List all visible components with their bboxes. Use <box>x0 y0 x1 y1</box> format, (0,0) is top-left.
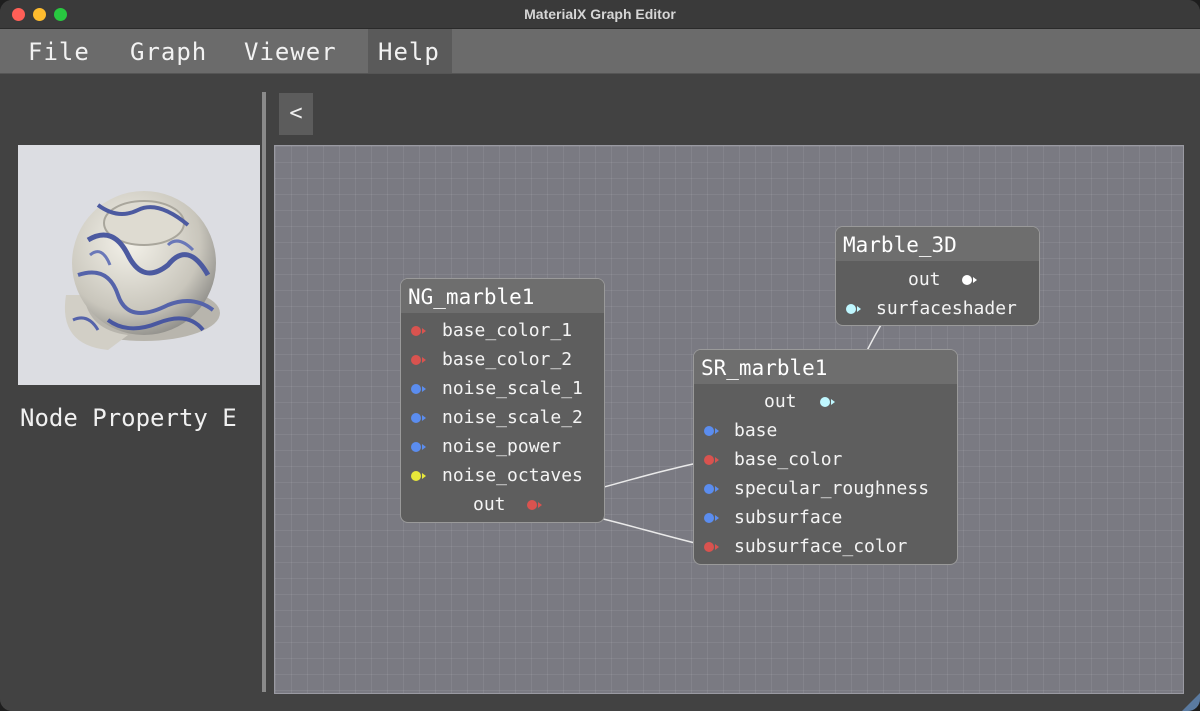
pin-dot-icon <box>411 413 426 423</box>
pin-label: out <box>908 269 941 290</box>
pin-label: noise_scale_1 <box>442 378 583 399</box>
node-marble-3d[interactable]: Marble_3D out surfaceshader <box>835 226 1040 326</box>
window-title: MaterialX Graph Editor <box>524 6 676 22</box>
pin-dot-icon <box>846 304 861 314</box>
collapse-panel-button[interactable]: < <box>279 93 313 135</box>
node-sr-marble1[interactable]: SR_marble1 out base base_color specular_… <box>693 349 958 565</box>
node-ng-marble1[interactable]: NG_marble1 base_color_1 base_color_2 noi… <box>400 278 605 523</box>
node-title: NG_marble1 <box>401 279 604 313</box>
title-bar: MaterialX Graph Editor <box>0 0 1200 29</box>
pin-label: noise_power <box>442 436 562 457</box>
pin-dot-icon <box>411 384 426 394</box>
pin-dot-icon <box>411 326 426 336</box>
pin-label: out <box>764 391 797 412</box>
pin-label: specular_roughness <box>734 478 930 499</box>
output-pin-out[interactable]: out <box>473 492 543 518</box>
pin-label: noise_octaves <box>442 465 583 486</box>
pin-label: base_color_2 <box>442 349 573 370</box>
pin-label: noise_scale_2 <box>442 407 583 428</box>
pin-label: surfaceshader <box>876 298 1017 319</box>
pin-label: subsurface_color <box>734 536 908 557</box>
pin-dot-icon <box>704 513 719 523</box>
pin-dot-icon <box>704 426 719 436</box>
pin-dot-icon <box>962 275 977 285</box>
pin-dot-icon <box>704 455 719 465</box>
left-panel: Node Property E <box>0 74 262 711</box>
output-pin-out[interactable]: out <box>764 389 844 415</box>
node-title: Marble_3D <box>836 227 1039 261</box>
shaderball-image <box>64 191 220 350</box>
pin-dot-icon <box>820 397 835 407</box>
panel-splitter[interactable] <box>262 92 266 692</box>
material-preview[interactable] <box>18 145 260 385</box>
pin-dot-icon <box>411 442 426 452</box>
menu-bar: File Graph Viewer Help <box>0 29 1200 74</box>
output-pin-out[interactable]: out <box>908 267 988 293</box>
menu-help[interactable]: Help <box>368 29 452 73</box>
menu-viewer[interactable]: Viewer <box>236 29 354 73</box>
pin-dot-icon <box>527 500 542 510</box>
menu-file[interactable]: File <box>18 29 112 73</box>
node-property-editor-title: Node Property E <box>20 404 237 432</box>
pin-dot-icon <box>411 355 426 365</box>
node-title: SR_marble1 <box>694 350 957 384</box>
pin-label: out <box>473 494 506 515</box>
pin-label: base_color <box>734 449 843 470</box>
pin-dot-icon <box>411 471 426 481</box>
pin-dot-icon <box>704 542 719 552</box>
pin-label: subsurface <box>734 507 843 528</box>
pin-label: base <box>734 420 778 441</box>
app-window: MaterialX Graph Editor File Graph Viewer… <box>0 0 1200 711</box>
resize-grip-icon[interactable] <box>1182 693 1200 711</box>
pin-dot-icon <box>704 484 719 494</box>
menu-graph[interactable]: Graph <box>120 29 230 73</box>
pin-label: base_color_1 <box>442 320 573 341</box>
